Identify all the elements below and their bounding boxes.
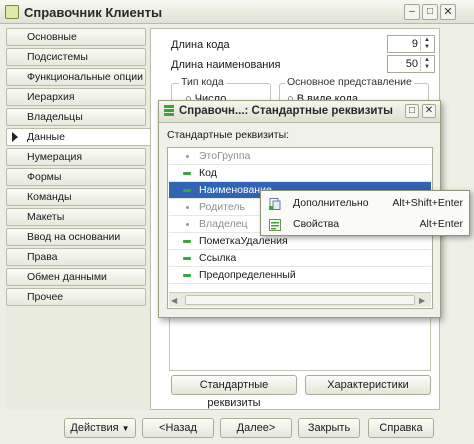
window-titlebar: Справочник Клиенты – □ ✕ [0, 0, 474, 24]
name-length-label: Длина наименования [171, 59, 281, 71]
nav-item-commands[interactable]: Команды [6, 188, 146, 206]
dialog-title: Справочн...: Стандартные реквизиты [179, 105, 393, 117]
code-length-label: Длина кода [171, 39, 230, 51]
nav-item-templates[interactable]: Макеты [6, 208, 146, 226]
horizontal-scrollbar[interactable]: ◀ ▶ [169, 292, 431, 307]
code-length-field[interactable]: 9 ▲ ▼ [387, 35, 435, 53]
scroll-left-icon[interactable]: ◀ [171, 296, 177, 305]
nav-item-subsystems[interactable]: Подсистемы [6, 48, 146, 66]
nav-item-hierarchy[interactable]: Иерархия [6, 88, 146, 106]
name-length-spinner-icon[interactable]: ▲ ▼ [420, 57, 433, 71]
nav-item-basic[interactable]: Основные [6, 28, 146, 46]
scrollbar-thumb[interactable] [185, 295, 415, 305]
dialog-restore-icon[interactable]: □ [405, 104, 419, 118]
properties-icon [269, 218, 281, 231]
nav-item-data[interactable]: Данные [6, 128, 152, 146]
dropdown-arrow-icon: ▼ [121, 424, 130, 433]
current-item-arrow-icon [12, 132, 18, 142]
nav-item-owners[interactable]: Владельцы [6, 108, 146, 126]
standard-attributes-label: Стандартные реквизиты: [167, 129, 290, 141]
document-icon [269, 197, 281, 210]
menu-item-additional[interactable]: Дополнительно Alt+Shift+Enter [263, 193, 467, 213]
minimize-icon[interactable]: – [404, 4, 420, 20]
maximize-icon[interactable]: □ [422, 4, 438, 20]
list-item[interactable]: ЭтоГруппа [169, 148, 431, 165]
attributes-area [169, 315, 431, 371]
code-type-group-label: Тип кода [179, 76, 226, 88]
name-length-field[interactable]: 50 ▲ ▼ [387, 55, 435, 73]
menu-item-properties[interactable]: Свойства Alt+Enter [263, 214, 467, 234]
next-button[interactable]: Далее> [220, 418, 292, 438]
nav-item-numbering[interactable]: Нумерация [6, 148, 146, 166]
list-item[interactable]: Ссылка [169, 250, 431, 267]
catalog-icon [5, 5, 19, 19]
standard-attributes-button[interactable]: Стандартные реквизиты [171, 375, 297, 409]
nav-item-input-based-on[interactable]: Ввод на основании [6, 228, 146, 246]
scroll-right-icon[interactable]: ▶ [419, 296, 425, 305]
actions-dropdown[interactable]: Действия ▼ [64, 418, 136, 438]
dialog-close-icon[interactable]: ✕ [422, 104, 436, 118]
settings-nav: Основные Подсистемы Функциональные опции… [6, 28, 152, 410]
nav-item-forms[interactable]: Формы [6, 168, 146, 186]
nav-item-rights[interactable]: Права [6, 248, 146, 266]
dialog-stack-icon [164, 105, 174, 117]
list-item[interactable]: Код [169, 165, 431, 182]
presentation-group-label: Основное представление [285, 76, 414, 88]
list-item[interactable]: Предопределенный [169, 267, 431, 284]
context-menu: Дополнительно Alt+Shift+Enter Свойства A… [260, 190, 470, 236]
close-icon[interactable]: ✕ [440, 4, 456, 20]
back-button[interactable]: <Назад [142, 418, 214, 438]
close-button[interactable]: Закрыть [298, 418, 360, 438]
nav-item-other[interactable]: Прочее [6, 288, 146, 306]
help-button[interactable]: Справка [368, 418, 434, 438]
dialog-titlebar: Справочн...: Стандартные реквизиты □ ✕ [159, 101, 440, 123]
code-length-spinner-icon[interactable]: ▲ ▼ [420, 37, 433, 51]
nav-item-data-exchange[interactable]: Обмен данными [6, 268, 146, 286]
window-title: Справочник Клиенты [24, 5, 163, 20]
nav-item-functional-options[interactable]: Функциональные опции [6, 68, 146, 86]
characteristics-button[interactable]: Характеристики [305, 375, 431, 395]
